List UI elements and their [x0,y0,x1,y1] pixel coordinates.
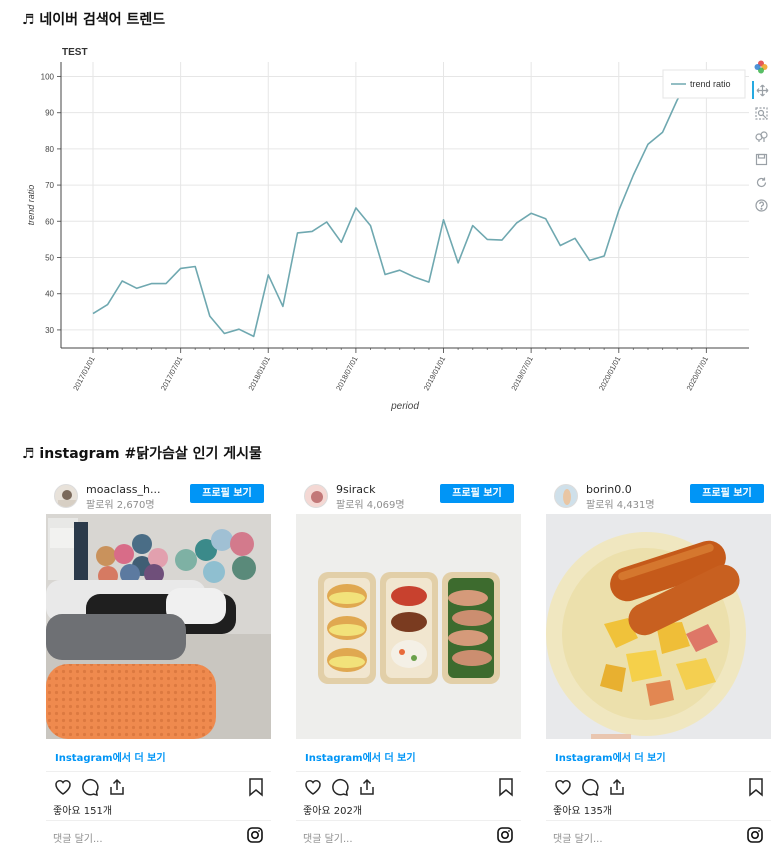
instagram-logo-icon[interactable] [747,827,763,843]
save-icon[interactable] [752,150,770,168]
plot-area [61,62,749,348]
y-tick-label: 90 [45,109,54,118]
comment-input[interactable]: 댓글 달기... [553,830,603,845]
instagram-logo-icon[interactable] [497,827,513,843]
post-header: borin0.0 팔로워 4,431명 프로필 보기 [546,478,771,514]
like-count: 좋아요 202개 [303,806,363,817]
x-axis-label: period [390,401,419,412]
comment-input[interactable]: 댓글 달기... [53,830,103,845]
like-heart-icon[interactable] [553,777,573,797]
view-more-on-instagram-link[interactable]: Instagram에서 더 보기 [305,749,416,764]
x-tick-label: 2017/07/01 [159,355,185,392]
post-card: 9sirack 팔로워 4,069명 프로필 보기 Instagram에서 더 … [296,478,521,854]
y-tick-label: 70 [45,181,54,190]
comment-bubble-icon[interactable] [330,777,350,797]
divider [296,771,521,772]
like-heart-icon[interactable] [53,777,73,797]
chart-title: TEST [62,47,88,58]
y-tick-label: 50 [45,253,54,262]
x-tick-label: 2020/01/01 [597,355,623,392]
divider [296,820,521,821]
y-axis-label: trend ratio [26,185,36,226]
divider [46,771,271,772]
y-tick-label: 80 [45,145,54,154]
x-tick-label: 2020/07/01 [685,355,711,392]
post-card: moaclass_h... 팔로워 2,670명 프로필 보기 Instagra… [46,478,271,854]
pan-icon[interactable] [752,81,770,99]
bokeh-logo-icon[interactable] [752,58,770,76]
bookmark-icon[interactable] [497,777,515,797]
post-actions [303,777,515,797]
x-tick-label: 2018/01/01 [246,355,272,392]
follower-count: 팔로워 4,431명 [586,500,655,511]
username[interactable]: borin0.0 [586,483,632,496]
legend: trend ratio [662,69,746,99]
box-zoom-icon[interactable] [752,104,770,122]
post-photo-sausage-peaches[interactable] [546,514,771,739]
like-count: 좋아요 151개 [53,806,113,817]
avatar[interactable] [54,484,78,508]
view-profile-button[interactable]: 프로필 보기 [690,484,764,503]
post-card: borin0.0 팔로워 4,431명 프로필 보기 Instagram에서 더… [546,478,771,854]
like-count: 좋아요 135개 [553,806,613,817]
post-header: moaclass_h... 팔로워 2,670명 프로필 보기 [46,478,271,514]
post-actions [553,777,765,797]
instagram-logo-icon[interactable] [247,827,263,843]
follower-count: 팔로워 2,670명 [86,500,155,511]
divider [546,820,771,821]
x-tick-label: 2018/07/01 [334,355,360,392]
view-more-on-instagram-link[interactable]: Instagram에서 더 보기 [55,749,166,764]
wheel-zoom-icon[interactable] [752,127,770,145]
view-profile-button[interactable]: 프로필 보기 [440,484,514,503]
divider [46,820,271,821]
post-photo-lunchbox[interactable] [296,514,521,739]
follower-count: 팔로워 4,069명 [336,500,405,511]
share-icon[interactable] [607,777,627,797]
avatar[interactable] [304,484,328,508]
x-tick-label: 2019/01/01 [422,355,448,392]
bookmark-icon[interactable] [247,777,265,797]
post-header: 9sirack 팔로워 4,069명 프로필 보기 [296,478,521,514]
y-tick-label: 40 [45,290,54,299]
share-icon[interactable] [357,777,377,797]
comment-bubble-icon[interactable] [580,777,600,797]
post-actions [53,777,265,797]
instagram-section-title: ♬ instagram #닭가슴살 인기 게시물 [22,446,262,462]
help-icon[interactable] [752,196,770,214]
y-tick-label: 100 [41,72,55,81]
comment-input[interactable]: 댓글 달기... [303,830,353,845]
bookmark-icon[interactable] [747,777,765,797]
share-icon[interactable] [107,777,127,797]
reset-icon[interactable] [752,173,770,191]
trend-chart: 30 40 50 60 70 80 90 100 2017/01/01 2017/07/01 201… [26,47,749,412]
y-tick-label: 60 [45,217,54,226]
legend-label: trend ratio [690,79,731,89]
like-heart-icon[interactable] [303,777,323,797]
avatar[interactable] [554,484,578,508]
divider [546,771,771,772]
view-profile-button[interactable]: 프로필 보기 [190,484,264,503]
x-tick-label: 2017/01/01 [71,355,97,392]
post-photo-yoga-mats[interactable] [46,514,271,739]
chart-toolbar [752,58,770,219]
x-tick-label: 2019/07/01 [509,355,535,392]
y-tick-label: 30 [45,326,54,335]
username[interactable]: 9sirack [336,483,375,496]
comment-bubble-icon[interactable] [80,777,100,797]
username[interactable]: moaclass_h... [86,483,160,496]
view-more-on-instagram-link[interactable]: Instagram에서 더 보기 [555,749,666,764]
